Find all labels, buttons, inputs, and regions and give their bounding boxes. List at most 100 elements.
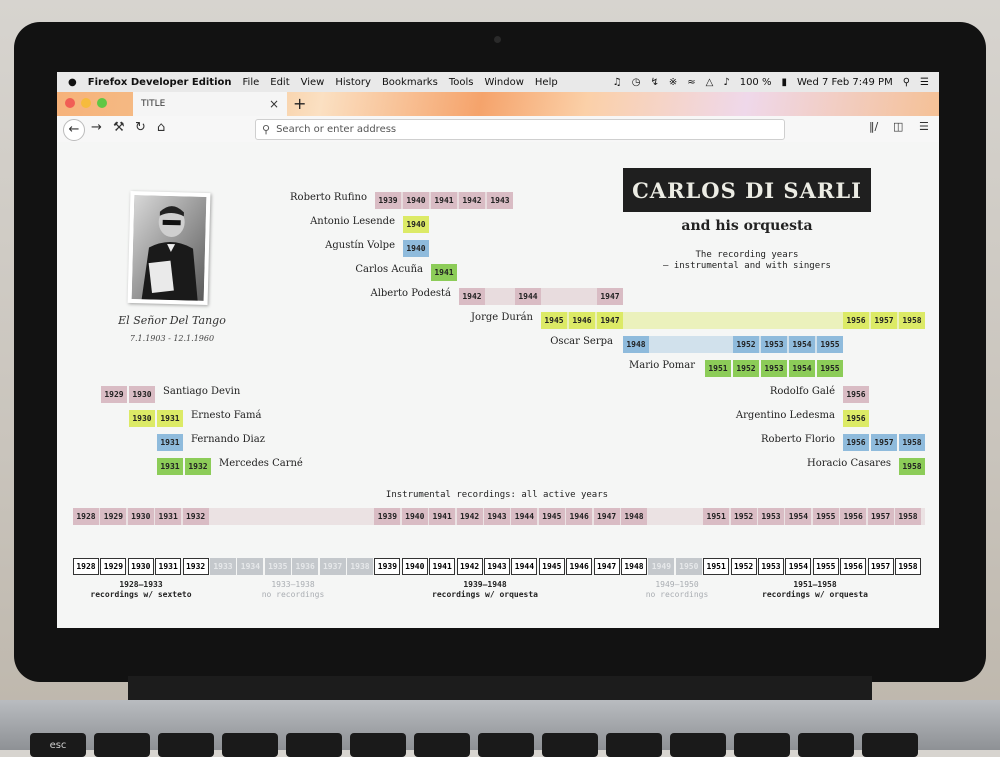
year-cell: 1940 [403,216,429,233]
year-cell: 1931 [157,410,183,427]
instrumental-year-cell: 1930 [127,508,154,525]
timeline-year: 1946 [566,558,593,575]
hamburger-menu-icon[interactable]: ☰ [919,120,929,133]
singer-name: Oscar Serpa [550,336,613,347]
timeline-year: 1948 [621,558,647,575]
menu-history[interactable]: History [335,77,371,88]
close-window-icon[interactable] [65,98,75,108]
maximize-window-icon[interactable] [97,98,107,108]
singer-name: Argentino Ledesma [735,410,835,421]
page-title: CARLOS DI SARLI [632,177,862,203]
year-cell: 1956 [843,410,869,427]
menu-view[interactable]: View [301,77,325,88]
timeline-year: 1953 [758,558,784,575]
apple-icon[interactable]: ● [68,77,77,88]
singer-name: Jorge Durán [471,312,533,323]
music-icon[interactable]: ♫ [613,77,622,88]
timeline-year: 1950 [675,558,702,575]
instrumental-year-cell: 1955 [812,508,839,525]
instrumental-year-cell: 1939 [374,508,401,525]
function-key [542,733,598,757]
menu-edit[interactable]: Edit [270,77,289,88]
year-cell: 1931 [157,434,183,451]
menu-help[interactable]: Help [535,77,558,88]
battery-percent[interactable]: 100 % [740,77,772,88]
menu-file[interactable]: File [243,77,260,88]
instrumental-year-cell: 1953 [758,508,784,525]
spotlight-icon[interactable]: ⚲ [903,77,910,88]
year-cell: 1947 [597,288,623,305]
app-name-menu[interactable]: Firefox Developer Edition [88,77,232,88]
new-tab-button[interactable]: + [293,94,306,113]
year-cell: 1951 [705,360,731,377]
notification-center-icon[interactable]: ☰ [920,77,929,88]
timeline-year: 1947 [593,558,620,575]
clock[interactable]: Wed 7 Feb 7:49 PM [797,77,893,88]
year-cell: 1947 [597,312,623,329]
timeline-year: 1955 [812,558,839,575]
function-key [670,733,726,757]
bluetooth-icon[interactable]: ※ [669,77,677,88]
year-cell: 1940 [403,240,429,257]
home-icon[interactable]: ⌂ [157,120,165,135]
library-icon[interactable]: ‖∕ [869,120,878,133]
period-caption: 1928–1933 recordings w/ sexteto [71,580,211,600]
year-cell: 1941 [431,264,457,281]
year-cell: 1946 [569,312,595,329]
screen: ● Firefox Developer Edition File Edit Vi… [57,72,939,628]
instrumental-year-cell: 1943 [484,508,510,525]
web-page-content: CARLOS DI SARLI and his orquesta The rec… [57,142,939,628]
wrench-icon[interactable]: ⚒ [113,120,125,135]
instrumental-year-cell: 1945 [538,508,565,525]
year-cell: 1957 [871,312,897,329]
address-bar[interactable]: ⚲ Search or enter address [255,119,785,140]
year-cell: 1952 [733,336,759,353]
back-arrow-icon[interactable]: ← [63,119,85,141]
instrumental-year-cell: 1956 [840,508,867,525]
period-label: recordings w/ orquesta [762,590,868,599]
menu-window[interactable]: Window [484,77,523,88]
sidebar-icon[interactable]: ◫ [893,120,903,133]
period-caption: 1939–1948 recordings w/ orquesta [415,580,555,600]
battery-icon[interactable]: ▮ [781,77,787,88]
year-cell: 1939 [375,192,401,209]
year-cell: 1929 [101,386,127,403]
timeline-year: 1940 [401,558,428,575]
airplay-icon[interactable]: △ [706,77,714,88]
period-caption: 1949–1950 no recordings [607,580,747,600]
singer-name: Ernesto Famá [191,410,262,421]
period-label: recordings w/ sexteto [90,590,192,599]
wifi-icon[interactable]: ≈ [687,77,695,88]
volume-icon[interactable]: ♪ [723,77,729,88]
period-range: 1951–1958 [793,580,837,589]
webcam [494,36,501,43]
instrumental-year-cell: 1942 [456,508,483,525]
instrumental-year-cell: 1957 [867,508,894,525]
menu-tools[interactable]: Tools [449,77,474,88]
tab-close-icon[interactable]: × [269,97,279,111]
reload-icon[interactable]: ↻ [135,120,146,135]
singer-name: Fernando Diaz [191,434,265,445]
timeline-year: 1928 [73,558,99,575]
timeline-year: 1931 [155,558,182,575]
timeline-year: 1958 [895,558,921,575]
timeline-year: 1936 [292,558,319,575]
timeline-year: 1949 [648,558,675,575]
menu-bookmarks[interactable]: Bookmarks [382,77,438,88]
tab-title: TITLE [141,99,166,109]
portrait-photo [127,190,211,306]
time-machine-icon[interactable]: ◷ [632,77,641,88]
instrumental-year-cell: 1952 [730,508,757,525]
minimize-window-icon[interactable] [81,98,91,108]
period-caption: 1951–1958 recordings w/ orquesta [745,580,885,600]
forward-arrow-icon[interactable]: → [91,120,102,135]
timeline-year: 1944 [511,558,538,575]
year-cell: 1954 [789,336,815,353]
tab-active[interactable]: TITLE × [133,92,287,116]
singer-name: Mercedes Carné [219,458,303,469]
bolt-icon[interactable]: ↯ [650,77,658,88]
keyboard-row: esc [30,733,918,757]
year-cell: 1957 [871,434,897,451]
year-cell: 1930 [129,410,155,427]
period-range: 1928–1933 [119,580,163,589]
